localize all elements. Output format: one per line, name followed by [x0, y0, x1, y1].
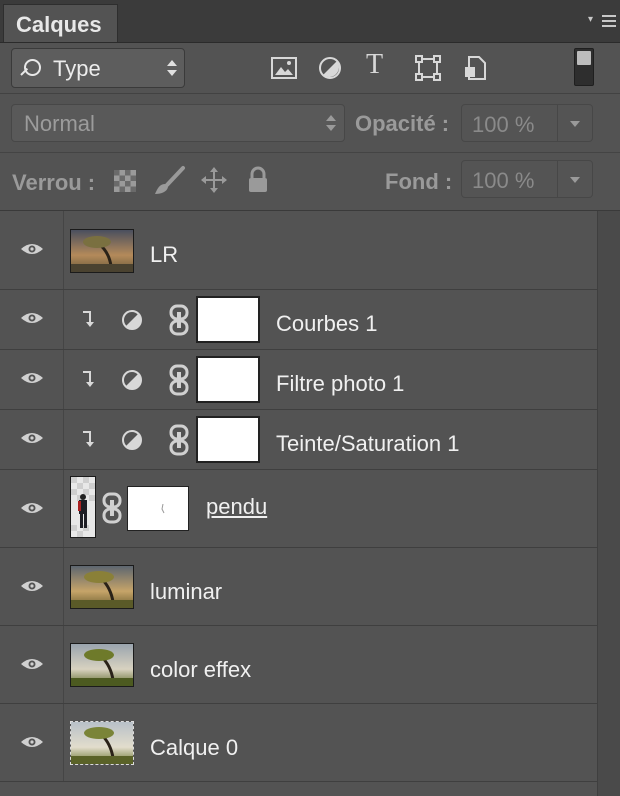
link-chain-icon[interactable]: [101, 492, 123, 524]
layer-name[interactable]: Filtre photo 1: [276, 371, 404, 397]
fill-field[interactable]: 100 %: [461, 160, 593, 198]
panel-tab-bar: Calques ▾: [0, 0, 620, 43]
blend-mode-label: Normal: [24, 111, 95, 136]
layer-thumbnail[interactable]: [70, 565, 134, 609]
lock-transparent-icon[interactable]: [114, 170, 136, 192]
filter-kind-select[interactable]: Type: [11, 48, 185, 88]
layer-name[interactable]: luminar: [150, 579, 222, 605]
chevron-down-icon[interactable]: [557, 161, 592, 197]
layer-row[interactable]: pendu: [0, 470, 597, 548]
layer-row[interactable]: Filtre photo 1: [0, 350, 597, 410]
scrollbar[interactable]: [597, 211, 620, 796]
link-chain-icon[interactable]: [168, 424, 190, 456]
lock-label: Verrou :: [12, 170, 96, 195]
layer-row[interactable]: LR: [0, 211, 597, 290]
fill-value: 100 %: [472, 168, 535, 193]
layer-name[interactable]: Calque 0: [150, 735, 238, 761]
filter-kind-label: Type: [53, 56, 101, 81]
layer-name[interactable]: Courbes 1: [276, 311, 378, 337]
eye-visibility-icon[interactable]: [20, 501, 44, 515]
opacity-value: 100 %: [472, 112, 535, 137]
panel-menu-icon[interactable]: ▾: [588, 10, 616, 30]
lock-all-icon[interactable]: [247, 166, 269, 194]
lock-move-icon[interactable]: [200, 166, 228, 194]
lock-row: Verrou : Fond : 100 %: [0, 153, 620, 211]
layers-list: LR Courbes 1 Filtre photo 1 Teinte/Satur…: [0, 211, 620, 796]
layer-row[interactable]: Calque 0: [0, 704, 597, 782]
adjustment-layer-icon[interactable]: [120, 368, 144, 392]
eye-visibility-icon[interactable]: [20, 579, 44, 593]
adjustment-layer-icon[interactable]: [120, 308, 144, 332]
adjustment-layer-icon[interactable]: [120, 428, 144, 452]
opacity-label: Opacité :: [355, 111, 450, 136]
layer-row[interactable]: Teinte/Saturation 1: [0, 410, 597, 470]
layer-thumbnail[interactable]: [70, 229, 134, 273]
fill-label: Fond :: [385, 169, 453, 194]
chevron-updown-icon: [326, 113, 336, 133]
smart-object-filter-icon[interactable]: [461, 53, 491, 83]
layer-row[interactable]: luminar: [0, 548, 597, 626]
adjustment-filter-icon[interactable]: [315, 53, 345, 83]
lock-paint-icon[interactable]: [153, 165, 187, 197]
blend-row: Normal Opacité : 100 %: [0, 94, 620, 153]
type-filter-icon[interactable]: T: [366, 49, 396, 80]
eye-visibility-icon[interactable]: [20, 311, 44, 325]
layer-thumbnail[interactable]: [70, 643, 134, 687]
chevron-down-icon[interactable]: [557, 105, 592, 141]
eye-visibility-icon[interactable]: [20, 657, 44, 671]
filter-toggle-switch[interactable]: [574, 48, 594, 86]
layer-mask-thumbnail[interactable]: [196, 356, 260, 403]
layer-mask-thumbnail[interactable]: [196, 416, 260, 463]
opacity-field[interactable]: 100 %: [461, 104, 593, 142]
link-chain-icon[interactable]: [168, 304, 190, 336]
layer-mask-thumbnail[interactable]: [196, 296, 260, 343]
image-filter-icon[interactable]: [269, 53, 299, 83]
eye-visibility-icon[interactable]: [20, 242, 44, 256]
layer-name[interactable]: color effex: [150, 657, 251, 683]
eye-visibility-icon[interactable]: [20, 735, 44, 749]
eye-visibility-icon[interactable]: [20, 371, 44, 385]
clipping-arrow-icon: [83, 311, 94, 327]
blend-mode-select[interactable]: Normal: [11, 104, 345, 142]
layer-name[interactable]: pendu: [206, 494, 267, 520]
tab-calques-label: Calques: [16, 12, 102, 37]
link-chain-icon[interactable]: [168, 364, 190, 396]
layer-thumbnail[interactable]: [70, 721, 134, 765]
layer-row[interactable]: Courbes 1: [0, 290, 597, 350]
layer-name[interactable]: Teinte/Saturation 1: [276, 431, 459, 457]
layer-row[interactable]: color effex: [0, 626, 597, 704]
layer-thumbnail[interactable]: [70, 476, 96, 538]
tab-calques[interactable]: Calques: [3, 4, 118, 42]
chevron-updown-icon: [167, 58, 177, 78]
clipping-arrow-icon: [83, 371, 94, 387]
eye-visibility-icon[interactable]: [20, 431, 44, 445]
clipping-arrow-icon: [83, 431, 94, 447]
filter-row: Type T: [0, 43, 620, 94]
layer-mask-thumbnail[interactable]: [127, 486, 189, 531]
shape-filter-icon[interactable]: [413, 53, 443, 83]
layer-name[interactable]: LR: [150, 242, 178, 268]
